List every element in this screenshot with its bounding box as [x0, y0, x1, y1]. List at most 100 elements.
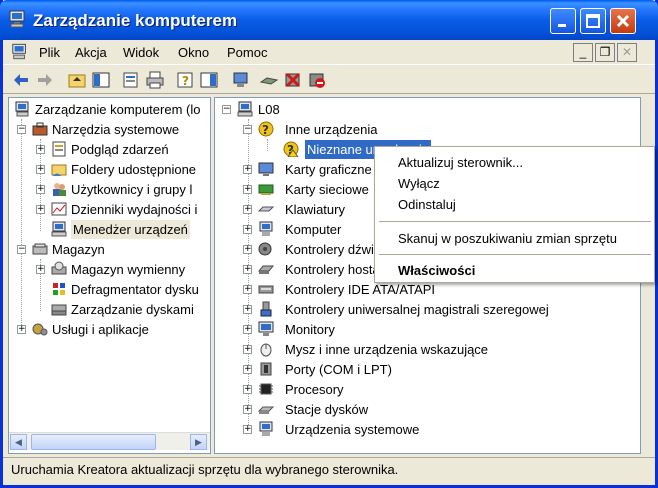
expand-icon[interactable]: + — [36, 165, 45, 174]
help-icon[interactable]: ? — [175, 70, 195, 90]
disk-drive-icon — [258, 406, 274, 414]
horizontal-scrollbar[interactable]: ◀ ▶ — [9, 432, 210, 450]
child-close-button[interactable]: ✕ — [617, 43, 637, 62]
shared-folder-icon — [51, 164, 67, 176]
scroll-left-button[interactable]: ◀ — [10, 434, 27, 450]
context-menu: Aktualizuj sterownik... Wyłącz Odinstalu… — [374, 146, 655, 283]
disable-device-icon[interactable] — [307, 70, 327, 90]
expand-icon[interactable]: + — [243, 405, 252, 414]
menu-okno[interactable]: Okno — [178, 45, 209, 60]
ide-controller-icon — [258, 285, 274, 294]
tree-label: Stacje dysków — [285, 402, 369, 417]
tree-label: Menedżer urządzeń — [71, 220, 190, 239]
scan-hardware-icon[interactable] — [231, 70, 251, 90]
expand-icon[interactable]: + — [243, 345, 252, 354]
expand-icon[interactable]: + — [243, 165, 252, 174]
toolbox-icon — [32, 122, 48, 136]
controller-icon — [258, 265, 274, 274]
title-bar[interactable]: Zarządzanie komputerem — [0, 0, 658, 40]
tree-label: Monitory — [285, 322, 335, 337]
expand-icon[interactable]: + — [243, 305, 252, 314]
tree-label: Zarządzanie dyskami — [71, 302, 194, 317]
expand-icon[interactable]: + — [36, 265, 45, 274]
expand-icon[interactable]: + — [17, 325, 26, 334]
menu-akcja[interactable]: Akcja — [75, 45, 107, 60]
menu-item-properties[interactable]: Właściwości — [398, 263, 475, 278]
collapse-icon[interactable]: − — [17, 245, 26, 254]
status-text: Uruchamia Kreatora aktualizacji sprzętu … — [11, 462, 399, 477]
menu-pomoc[interactable]: Pomoc — [227, 45, 267, 60]
services-icon — [32, 323, 48, 336]
menu-item-uninstall[interactable]: Odinstaluj — [398, 197, 456, 212]
menu-item-scan-hardware[interactable]: Skanuj w poszukiwaniu zmian sprzętu — [398, 231, 617, 246]
tree-label: Magazyn wymienny — [71, 262, 186, 277]
svg-text:?: ? — [262, 123, 269, 137]
maximize-button[interactable] — [580, 8, 606, 34]
close-button[interactable] — [610, 8, 636, 34]
computer-management-icon — [9, 10, 25, 28]
maximize-icon — [586, 14, 600, 28]
tree-label: Inne urządzenia — [285, 122, 378, 137]
tree-label: Klawiatury — [285, 202, 345, 217]
users-icon — [53, 183, 66, 196]
collapse-icon[interactable]: − — [222, 105, 231, 114]
tree-label: Foldery udostępnione — [71, 162, 197, 177]
expand-icon[interactable]: + — [243, 385, 252, 394]
expand-icon[interactable]: + — [36, 185, 45, 194]
collapse-icon[interactable]: − — [17, 125, 26, 134]
expand-icon[interactable]: + — [36, 205, 45, 214]
expand-icon[interactable]: + — [243, 325, 252, 334]
tree-label: Karty graficzne — [285, 162, 372, 177]
window-title: Zarządzanie komputerem — [33, 11, 238, 30]
print-icon[interactable] — [145, 70, 165, 90]
uninstall-icon[interactable] — [283, 70, 303, 90]
expand-icon[interactable]: + — [36, 145, 45, 154]
expand-icon[interactable]: + — [243, 205, 252, 214]
show-hide-tree-icon[interactable] — [91, 70, 111, 90]
tree-label: Podgląd zdarzeń — [71, 142, 169, 157]
menu-separator — [379, 254, 651, 255]
tree-label: Magazyn — [52, 242, 105, 257]
expand-icon[interactable]: + — [243, 425, 252, 434]
arrow-left-icon: ◀ — [15, 437, 22, 447]
tree-label: Zarządzanie komputerem (lo — [35, 102, 201, 117]
tree-label: Mysz i inne urządzenia wskazujące — [285, 342, 489, 357]
app-window: Zarządzanie komputerem Plik Akcja Widok … — [0, 0, 658, 488]
properties-icon[interactable] — [121, 70, 141, 90]
keyboard-icon — [258, 206, 274, 212]
back-arrow-icon[interactable] — [11, 70, 31, 90]
storage-icon — [32, 243, 48, 255]
device-manager-icon — [51, 221, 67, 237]
tree-label: Porty (COM i LPT) — [285, 362, 392, 377]
expand-icon[interactable]: + — [243, 225, 252, 234]
menu-item-disable[interactable]: Wyłącz — [398, 176, 440, 191]
collapse-icon[interactable]: − — [243, 125, 252, 134]
menu-plik[interactable]: Plik — [39, 45, 60, 60]
menu-item-update-driver[interactable]: Aktualizuj sterownik... — [398, 155, 523, 170]
expand-icon[interactable]: + — [243, 285, 252, 294]
expand-icon[interactable]: + — [243, 185, 252, 194]
monitor-icon — [258, 321, 274, 336]
expand-icon[interactable]: + — [243, 265, 252, 274]
up-folder-icon[interactable] — [67, 70, 87, 90]
performance-logs-icon — [51, 202, 67, 216]
forward-arrow-icon[interactable] — [35, 70, 55, 90]
expand-icon[interactable]: + — [243, 245, 252, 254]
menu-widok[interactable]: Widok — [123, 45, 159, 60]
speaker-icon — [258, 242, 272, 256]
scroll-right-button[interactable]: ▶ — [190, 434, 207, 450]
expand-icon[interactable]: + — [243, 365, 252, 374]
minimize-button[interactable] — [550, 8, 576, 34]
show-hide-action-pane-icon[interactable] — [199, 70, 219, 90]
unknown-device-icon: ? — [258, 121, 274, 137]
processor-icon — [259, 383, 273, 395]
tree-label: Procesory — [285, 382, 344, 397]
child-minimize-button[interactable]: _ — [573, 43, 593, 62]
update-driver-icon[interactable] — [259, 70, 279, 90]
console-tree-pane[interactable]: Zarządzanie komputerem (lo − Narzędzia s… — [8, 97, 211, 454]
scrollbar-thumb[interactable] — [31, 434, 156, 450]
child-restore-button[interactable]: ❐ — [595, 43, 615, 62]
tree-label: Kontrolery hosta — [285, 262, 380, 277]
tree-label: Komputer — [285, 222, 342, 237]
computer-management-icon — [12, 43, 26, 60]
